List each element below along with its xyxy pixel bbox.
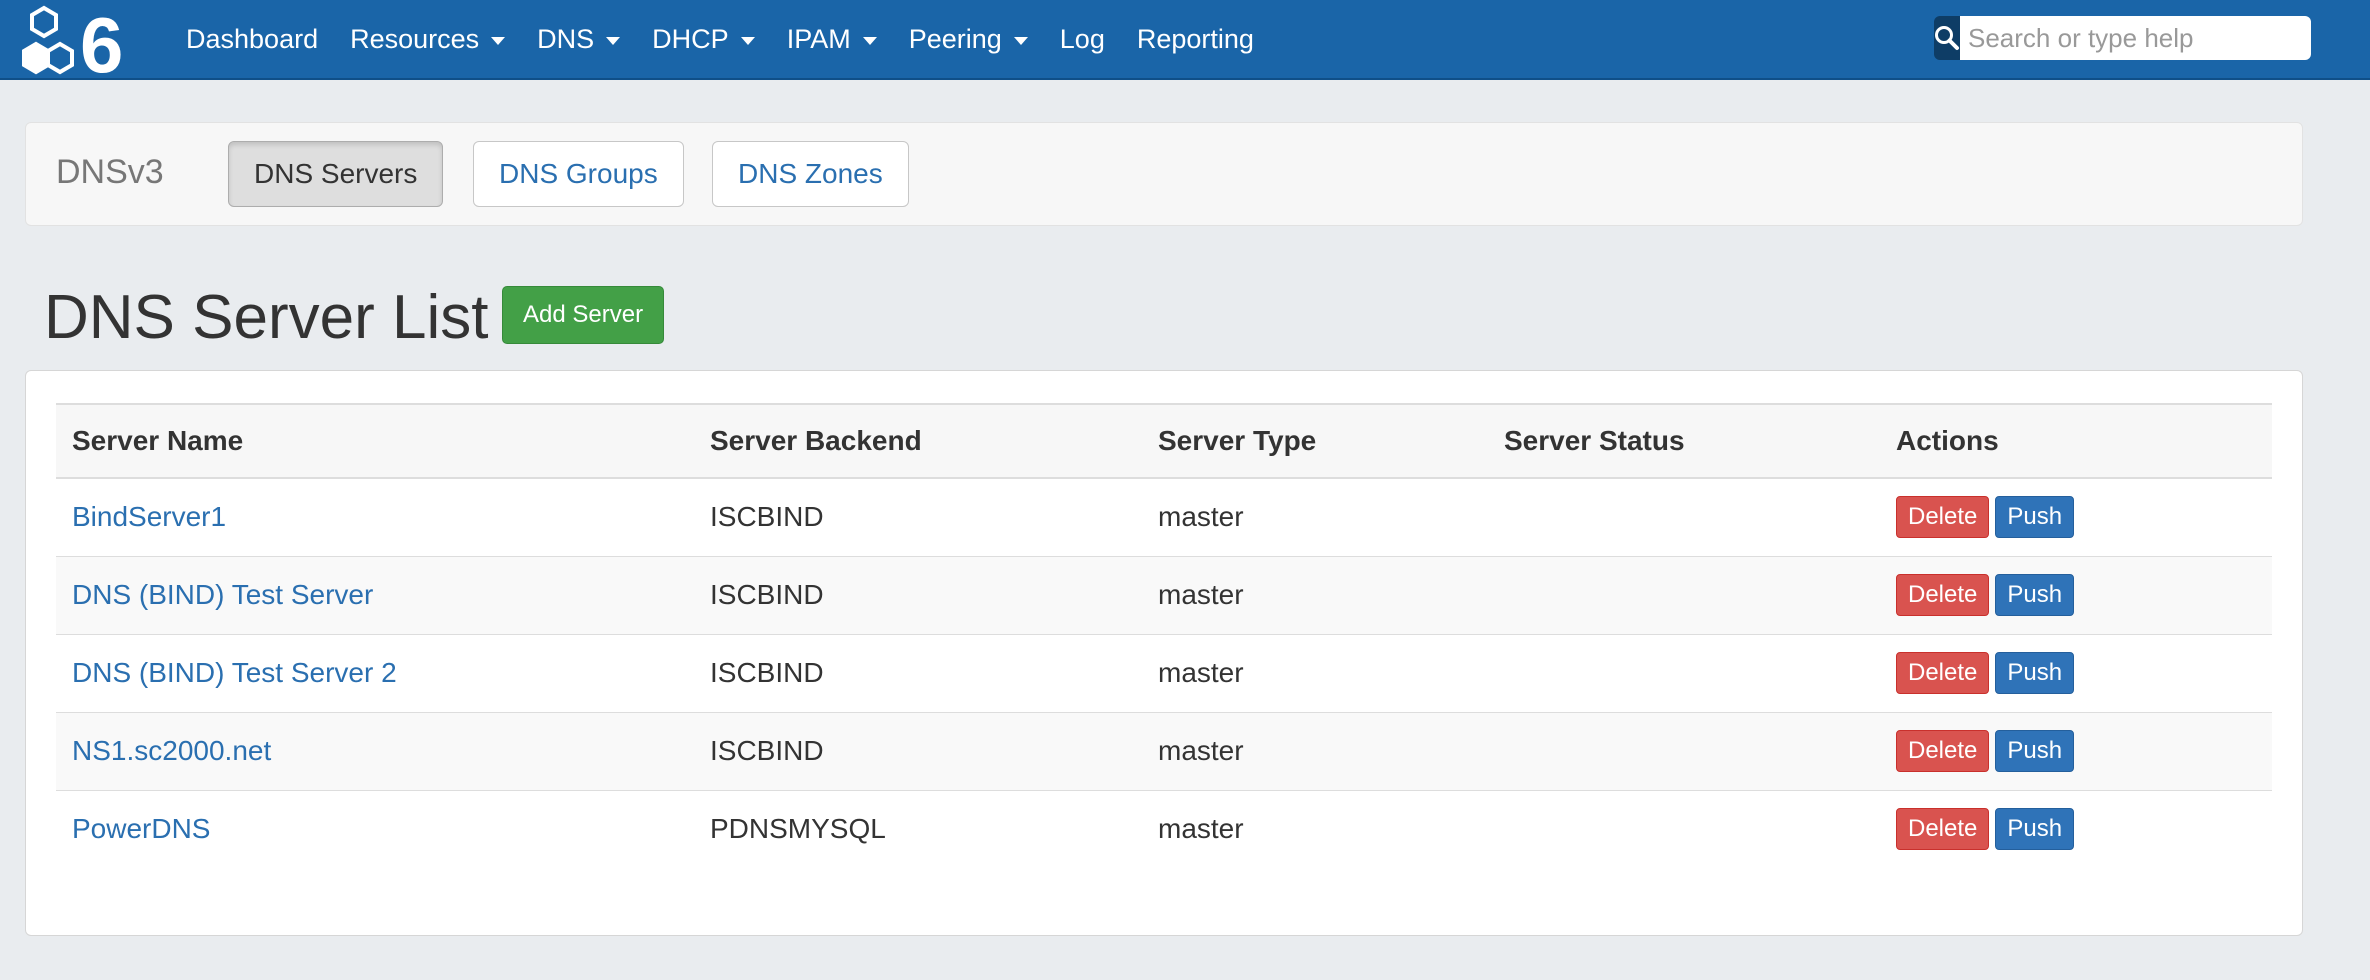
- server-status-cell: [1488, 712, 1880, 791]
- caret-down-icon: [491, 36, 506, 45]
- table-header-row: Server Name Server Backend Server Type S…: [56, 403, 2272, 479]
- nav-peering-label: Peering: [908, 23, 1002, 54]
- subnav-brand: DNSv3: [56, 153, 164, 191]
- actions-cell: Delete Push: [1880, 556, 2272, 635]
- server-backend-cell: ISCBIND: [694, 478, 1142, 557]
- nav-dns-label: DNS: [537, 23, 595, 54]
- table-row: NS1.sc2000.net ISCBIND master Delete Push: [56, 712, 2272, 791]
- server-type-cell: master: [1158, 813, 1244, 845]
- nav-ipam-label: IPAM: [786, 23, 851, 54]
- server-name-link[interactable]: DNS (BIND) Test Server 2: [72, 657, 397, 688]
- svg-text:6: 6: [80, 4, 123, 76]
- actions-cell: Delete Push: [1880, 634, 2272, 713]
- server-name-cell: PowerDNS: [56, 790, 694, 868]
- push-button[interactable]: Push: [1995, 730, 2075, 772]
- top-navbar: 6 Dashboard Resources DNS DHCP IPAM Peer…: [0, 0, 2370, 80]
- nav-resources-label: Resources: [350, 23, 480, 54]
- header-server-name: Server Name: [56, 403, 694, 479]
- server-backend-cell: ISCBIND: [694, 712, 1142, 791]
- actions-cell: Delete Push: [1880, 712, 2272, 791]
- server-name-cell: NS1.sc2000.net: [56, 712, 694, 791]
- delete-button[interactable]: Delete: [1896, 652, 1990, 694]
- nav-reporting-label: Reporting: [1136, 23, 1254, 54]
- server-name-link[interactable]: DNS (BIND) Test Server: [72, 579, 373, 610]
- nav-ipam[interactable]: IPAM: [771, 24, 893, 55]
- header-server-backend: Server Backend: [694, 403, 1142, 479]
- tab-dns-servers[interactable]: DNS Servers: [228, 141, 444, 207]
- server-table: Server Name Server Backend Server Type S…: [56, 403, 2272, 868]
- push-button[interactable]: Push: [1995, 652, 2075, 694]
- hexagon-6-logo-icon[interactable]: 6: [22, 4, 152, 76]
- nav-dashboard-label: Dashboard: [186, 23, 319, 54]
- header-server-type: Server Type: [1142, 403, 1488, 479]
- server-backend-cell: ISCBIND: [694, 634, 1142, 713]
- caret-down-icon: [740, 36, 755, 45]
- table-row: DNS (BIND) Test Server 2 ISCBIND master …: [56, 634, 2272, 713]
- server-name-cell: BindServer1: [56, 478, 694, 557]
- server-type-cell: master: [1142, 556, 1488, 635]
- caret-down-icon: [1013, 36, 1028, 45]
- push-button[interactable]: Push: [1995, 574, 2075, 616]
- table-row: PowerDNS PDNSMYSQL master Delete Push: [56, 790, 2272, 868]
- actions-cell: Delete Push: [1880, 478, 2272, 557]
- server-backend-cell: ISCBIND: [694, 556, 1142, 635]
- caret-down-icon: [606, 36, 621, 45]
- nav-reporting[interactable]: Reporting: [1121, 24, 1270, 55]
- nav-dhcp[interactable]: DHCP: [636, 24, 771, 55]
- nav-dns[interactable]: DNS: [521, 24, 636, 55]
- push-button[interactable]: Push: [1995, 808, 2075, 851]
- header-server-status: Server Status: [1488, 403, 1880, 479]
- server-status-cell: [1488, 790, 1880, 868]
- server-name-cell: DNS (BIND) Test Server: [56, 556, 694, 635]
- nav-dashboard[interactable]: Dashboard: [170, 24, 334, 55]
- nav-peering[interactable]: Peering: [893, 24, 1044, 55]
- dns-subnav: DNSv3 DNS Servers DNS Groups DNS Zones: [25, 122, 2303, 226]
- delete-button[interactable]: Delete: [1896, 808, 1990, 851]
- server-name-link[interactable]: BindServer1: [72, 501, 226, 532]
- table-row: BindServer1 ISCBIND master Delete Push: [56, 478, 2272, 557]
- header-actions: Actions: [1880, 403, 2272, 479]
- server-type-cell: master: [1142, 478, 1488, 557]
- caret-down-icon: [862, 36, 877, 45]
- add-server-button[interactable]: Add Server: [502, 286, 665, 344]
- server-name-cell: DNS (BIND) Test Server 2: [56, 634, 694, 713]
- server-backend-cell: PDNSMYSQL: [710, 813, 886, 845]
- server-name-link[interactable]: NS1.sc2000.net: [72, 735, 271, 766]
- search-icon[interactable]: [1934, 16, 1960, 60]
- server-status-cell: [1488, 634, 1880, 713]
- actions-cell: Delete Push: [1880, 790, 2272, 868]
- server-name-link[interactable]: PowerDNS: [72, 813, 210, 844]
- server-status-cell: [1488, 478, 1880, 557]
- page-title: DNS Server List: [44, 283, 489, 352]
- tab-dns-groups[interactable]: DNS Groups: [473, 141, 684, 207]
- table-row: DNS (BIND) Test Server ISCBIND master De…: [56, 556, 2272, 635]
- server-status-cell: [1488, 556, 1880, 635]
- delete-button[interactable]: Delete: [1896, 574, 1990, 616]
- tab-dns-zones[interactable]: DNS Zones: [712, 141, 909, 207]
- server-type-cell: master: [1142, 712, 1488, 791]
- delete-button[interactable]: Delete: [1896, 730, 1990, 772]
- nav-resources[interactable]: Resources: [334, 24, 521, 55]
- nav-log-label: Log: [1059, 23, 1105, 54]
- main-menu: Dashboard Resources DNS DHCP IPAM Peerin…: [170, 0, 1270, 78]
- delete-button[interactable]: Delete: [1896, 496, 1990, 539]
- nav-log[interactable]: Log: [1044, 24, 1121, 55]
- nav-dhcp-label: DHCP: [652, 23, 729, 54]
- server-list-panel: Server Name Server Backend Server Type S…: [25, 370, 2303, 936]
- push-button[interactable]: Push: [1995, 496, 2075, 539]
- search-box: [1934, 16, 2311, 60]
- server-type-cell: master: [1142, 634, 1488, 713]
- search-input[interactable]: [1960, 16, 2311, 60]
